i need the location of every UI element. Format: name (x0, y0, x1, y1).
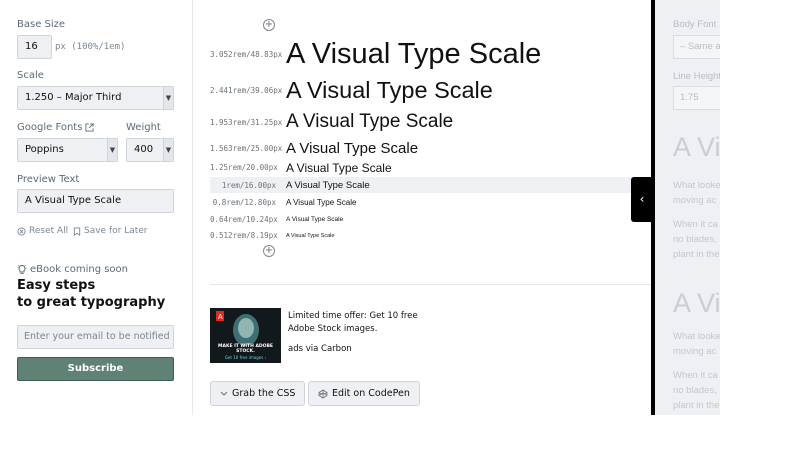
preview-panel: Body Font – Same as Line Height 1.75 A V… (655, 0, 720, 415)
scale-row-size: 0.8rem/12.80px (212, 198, 276, 207)
lightbulb-icon (17, 264, 27, 274)
weight-select-value: 400 (134, 144, 154, 155)
grab-css-button[interactable]: Grab the CSS (210, 381, 306, 406)
scale-row-sample: A Visual Type Scale (286, 160, 392, 175)
preview-paragraph: When it ca no blades, plant in the (673, 370, 720, 411)
reset-all-label: Reset All (29, 226, 69, 236)
ad-image-sub: Get 10 free images › (224, 355, 267, 360)
scale-row: 2.441rem/39.06px A Visual Type Scale (210, 77, 651, 104)
scale-row: 1.563rem/25.00px A Visual Type Scale (210, 138, 651, 158)
weight-label: Weight (126, 122, 161, 133)
scale-row-sample: A Visual Type Scale (286, 232, 335, 239)
settings-panel: Base Size 16 px (100%/1em) Scale 1.250 –… (0, 0, 193, 415)
external-link-icon (85, 123, 94, 132)
google-fonts-label: Google Fonts (17, 122, 83, 133)
ad-text[interactable]: Limited time offer: Get 10 free Adobe St… (288, 310, 428, 336)
scale-row: 1.25rem/20.00px A Visual Type Scale (210, 159, 651, 176)
ebook-title: Easy steps to great typography (17, 277, 165, 311)
scale-row: 0.64rem/10.24px A Visual Type Scale (210, 213, 651, 225)
bookmark-icon (73, 226, 81, 236)
email-field[interactable]: Enter your email to be notified (17, 325, 174, 349)
add-step-down-icon[interactable]: + (263, 245, 275, 257)
add-step-up-icon[interactable]: + (263, 19, 275, 31)
scale-row: 1.953rem/31.25px A Visual Type Scale (210, 110, 651, 134)
ad-image-caption: MAKE IT WITH ADOBE STOCK. (218, 344, 273, 354)
codepen-icon (318, 389, 328, 398)
scale-row-size: 1.25rem/20.00px (210, 163, 278, 172)
preview-paragraph: What looke moving ac (673, 180, 720, 206)
scale-row-size: 1.563rem/25.00px (210, 143, 283, 153)
line-height-label: Line Height (673, 71, 720, 82)
chevron-down-icon (220, 391, 228, 396)
subscribe-button[interactable]: Subscribe (17, 357, 174, 381)
grab-css-label: Grab the CSS (232, 388, 296, 399)
scale-row-sample: A Visual Type Scale (286, 179, 370, 191)
scale-row: 0.512rem/8.19px A Visual Type Scale (210, 230, 651, 241)
close-circle-icon (17, 226, 26, 236)
scale-row-size: 1rem/16.00px (221, 180, 276, 190)
ebook-badge-label: eBook coming soon (30, 264, 129, 275)
scale-row-size: 3.052rem/48.83px (210, 49, 283, 59)
preview-heading: A Vis (673, 288, 720, 318)
preview-paragraph: When it ca no blades, plant in the (673, 219, 720, 260)
scale-row-size: 0.512rem/8.19px (210, 231, 278, 240)
scale-row-size: 2.441rem/39.06px (210, 86, 283, 95)
ebook-title-line2: to great typography (17, 295, 166, 310)
divider (210, 284, 651, 285)
save-for-later-button[interactable]: Save for Later (73, 226, 147, 236)
type-scale-panel: + 3.052rem/48.83px A Visual Type Scale 2… (193, 0, 651, 415)
scale-row-sample: A Visual Type Scale (286, 77, 493, 103)
base-size-input[interactable]: 16 (17, 35, 52, 59)
scale-row-size: 1.953rem/31.25px (210, 117, 283, 127)
preview-text-label: Preview Text (17, 174, 80, 185)
save-for-later-label: Save for Later (84, 226, 148, 236)
panel-toggle-button[interactable]: ‹ (631, 177, 653, 222)
scale-row-sample: A Visual Type Scale (286, 215, 344, 223)
scale-row-sample: A Visual Type Scale (286, 198, 357, 207)
svg-text:A: A (218, 314, 223, 321)
ebook-title-line1: Easy steps (17, 278, 96, 293)
preview-heading: A Vi (673, 132, 720, 162)
scale-row-size: 0.64rem/10.24px (210, 214, 278, 224)
chevron-left-icon: ‹ (639, 192, 645, 206)
ad-via-link[interactable]: ads via Carbon (288, 344, 352, 354)
body-font-label: Body Font (673, 19, 717, 30)
scale-label: Scale (17, 70, 44, 81)
scale-row-sample: A Visual Type Scale (286, 139, 419, 157)
chevron-down-icon: ▼ (107, 139, 117, 161)
weight-select[interactable]: 400 ▼ (126, 138, 174, 162)
base-size-label: Base Size (17, 19, 66, 30)
scale-row: 0.8rem/12.80px A Visual Type Scale (210, 196, 651, 209)
body-font-select[interactable]: – Same as (673, 35, 720, 59)
font-select-value: Poppins (25, 144, 64, 155)
chevron-down-icon: ▼ (163, 139, 173, 161)
scale-row-sample: A Visual Type Scale (286, 37, 542, 70)
preview-paragraph: What looke moving ac (673, 331, 720, 357)
scale-select[interactable]: 1.250 – Major Third ▼ (17, 86, 174, 110)
scale-select-value: 1.250 – Major Third (25, 92, 122, 103)
scale-row-sample: A Visual Type Scale (286, 111, 454, 132)
font-select[interactable]: Poppins ▼ (17, 138, 118, 162)
ebook-badge: eBook coming soon (17, 264, 128, 275)
google-fonts-link[interactable]: Google Fonts (17, 122, 94, 133)
chevron-down-icon: ▼ (163, 87, 173, 109)
ad-image[interactable]: A MAKE IT WITH ADOBE STOCK. Get 10 free … (210, 308, 281, 363)
scale-row-base: 1rem/16.00px A Visual Type Scale (210, 177, 651, 193)
base-size-unit: px (100%/1em) (55, 42, 126, 52)
scale-row: 3.052rem/48.83px A Visual Type Scale (210, 38, 651, 70)
edit-codepen-button[interactable]: Edit on CodePen (308, 381, 420, 406)
line-height-input[interactable]: 1.75 (673, 86, 720, 110)
reset-all-button[interactable]: Reset All (17, 226, 68, 236)
preview-text-input[interactable]: A Visual Type Scale (17, 189, 174, 213)
edit-codepen-label: Edit on CodePen (332, 388, 410, 399)
